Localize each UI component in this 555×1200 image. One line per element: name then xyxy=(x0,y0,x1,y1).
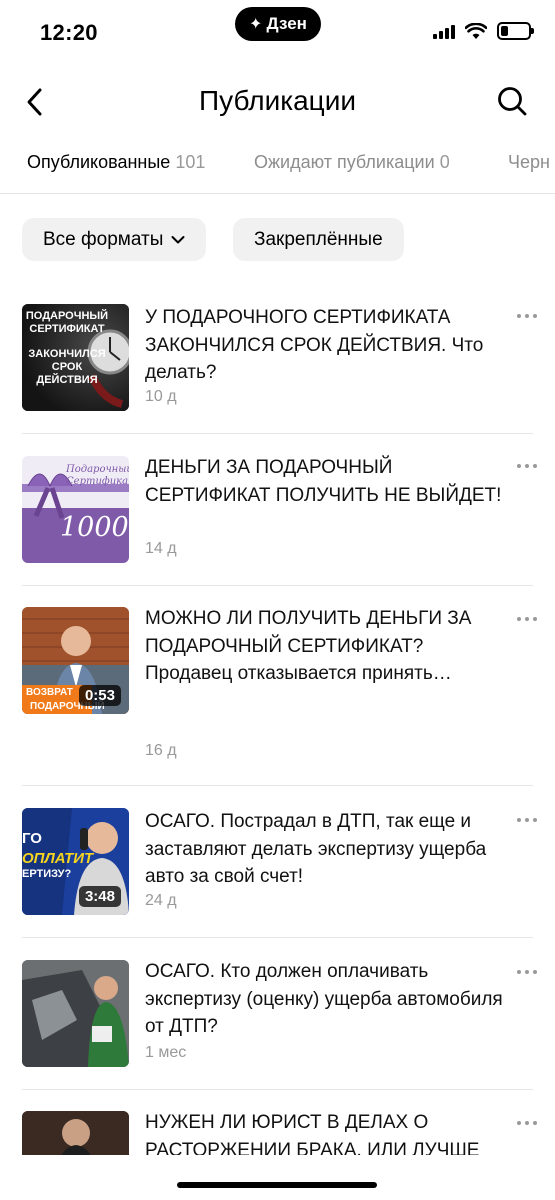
sparkle-icon: ✦ xyxy=(249,16,263,33)
tab-published-count: 101 xyxy=(175,152,206,172)
divider xyxy=(22,937,533,938)
thumb-text: Сертификат xyxy=(66,476,129,487)
divider xyxy=(22,585,533,586)
battery-icon xyxy=(497,22,534,40)
post-item[interactable]: ВОЗВРАТ ПОДАРОЧНЫЙ 0:53 МОЖНО ЛИ ПОЛУЧИТ… xyxy=(0,605,555,785)
thumb-text: СЕРТИФИКАТ xyxy=(29,323,105,335)
post-title: ОСАГО. Пострадал в ДТП, так еще и застав… xyxy=(145,811,487,887)
more-options-icon[interactable] xyxy=(517,1119,537,1127)
post-title: У ПОДАРОЧНОГО СЕРТИФИКАТА ЗАКОНЧИЛСЯ СРО… xyxy=(145,307,484,383)
post-item[interactable]: ОСАГО. Кто должен оплачивать экспертизу … xyxy=(0,958,555,1090)
status-bar: 12:20 ✦ Дзен xyxy=(0,0,555,62)
chevron-down-icon xyxy=(171,235,185,243)
tab-drafts[interactable]: Черн xyxy=(508,152,550,173)
post-thumbnail: ПОДАРОЧНЫЙ СЕРТИФИКАТ ЗАКОНЧИЛСЯ СРОК ДЕ… xyxy=(22,304,129,411)
post-thumbnail xyxy=(22,960,129,1067)
thumb-text: ВОЗВРАТ xyxy=(26,687,73,698)
status-icons xyxy=(433,22,534,40)
formats-filter-button[interactable]: Все форматы xyxy=(22,218,207,261)
cellular-signal-icon xyxy=(433,23,455,39)
post-title: НУЖЕН ЛИ ЮРИСТ В ДЕЛАХ О РАСТОРЖЕНИИ БРА… xyxy=(145,1112,480,1155)
tab-published[interactable]: Опубликованные 101 xyxy=(27,152,205,173)
tab-drafts-label: Черн xyxy=(508,152,550,172)
post-date: 24 д xyxy=(145,892,177,909)
battery-fill xyxy=(501,26,508,36)
thumb-text: ДЕЙСТВИЯ xyxy=(36,374,98,386)
thumb-text: ГО xyxy=(22,830,42,847)
tab-scheduled-count: 0 xyxy=(439,152,450,172)
search-icon[interactable] xyxy=(495,84,529,118)
divider xyxy=(22,785,533,786)
more-options-icon[interactable] xyxy=(517,968,537,976)
pinned-filter-button[interactable]: Закреплённые xyxy=(233,218,404,261)
header: Публикации xyxy=(0,78,555,126)
tabs-bar: Опубликованные 101 Ожидают публикации 0 … xyxy=(0,146,555,194)
dzen-pill-label: Дзен xyxy=(266,14,307,33)
post-date: 10 д xyxy=(145,388,177,405)
post-title: ДЕНЬГИ ЗА ПОДАРОЧНЫЙ СЕРТИФИКАТ ПОЛУЧИТЬ… xyxy=(145,457,502,506)
thumb-text: ЗАКОНЧИЛСЯ xyxy=(28,348,106,360)
post-date: 1 мес xyxy=(145,1044,187,1061)
post-item[interactable]: ПОДАРОЧНЫЙ СЕРТИФИКАТ ЗАКОНЧИЛСЯ СРОК ДЕ… xyxy=(0,302,555,434)
post-item[interactable]: Подарочный Сертификат 1000 ДЕНЬГИ ЗА ПОД… xyxy=(0,454,555,586)
wifi-icon xyxy=(465,22,487,39)
more-options-icon[interactable] xyxy=(517,615,537,623)
post-item[interactable]: НУЖЕН ЛИ ЮРИСТ В ДЕЛАХ О РАСТОРЖЕНИИ БРА… xyxy=(0,1109,555,1155)
thumb-text: ЕРТИЗУ? xyxy=(22,868,72,880)
post-item[interactable]: ГО ОПЛАТИТ ЕРТИЗУ? 3:48 ОСАГО. Пострадал… xyxy=(0,806,555,938)
dzen-pill[interactable]: ✦ Дзен xyxy=(235,7,321,41)
formats-filter-label: Все форматы xyxy=(43,228,164,250)
divider xyxy=(22,433,533,434)
home-indicator[interactable] xyxy=(177,1182,377,1188)
divider xyxy=(22,1089,533,1090)
thumb-text: 1000 xyxy=(60,512,129,543)
post-thumbnail xyxy=(22,1111,129,1155)
more-options-icon[interactable] xyxy=(517,816,537,824)
video-duration-badge: 3:48 xyxy=(78,886,121,907)
tab-scheduled[interactable]: Ожидают публикации 0 xyxy=(254,152,450,173)
more-options-icon[interactable] xyxy=(517,462,537,470)
post-date: 14 д xyxy=(145,540,177,557)
post-title: МОЖНО ЛИ ПОЛУЧИТЬ ДЕНЬГИ ЗА ПОДАРОЧНЫЙ С… xyxy=(145,608,472,684)
video-duration-badge: 0:53 xyxy=(78,685,121,706)
thumb-text: СРОК xyxy=(51,361,83,373)
post-title: ОСАГО. Кто должен оплачивать экспертизу … xyxy=(145,961,503,1037)
tab-scheduled-label: Ожидают публикации xyxy=(254,152,435,172)
post-thumbnail: ВОЗВРАТ ПОДАРОЧНЫЙ 0:53 xyxy=(22,607,129,714)
page-title: Публикации xyxy=(199,85,356,116)
tab-published-label: Опубликованные xyxy=(27,152,171,172)
thumb-text: ПОДАРОЧНЫЙ xyxy=(25,310,109,322)
thumb-text: ОПЛАТИТ xyxy=(22,850,94,867)
status-time: 12:20 xyxy=(40,20,98,45)
pinned-filter-label: Закреплённые xyxy=(254,228,383,250)
thumb-text: Подарочный xyxy=(66,464,129,475)
post-thumbnail: Подарочный Сертификат 1000 xyxy=(22,456,129,563)
post-thumbnail: ГО ОПЛАТИТ ЕРТИЗУ? 3:48 xyxy=(22,808,129,915)
more-options-icon[interactable] xyxy=(517,312,537,320)
post-date: 16 д xyxy=(145,742,177,759)
